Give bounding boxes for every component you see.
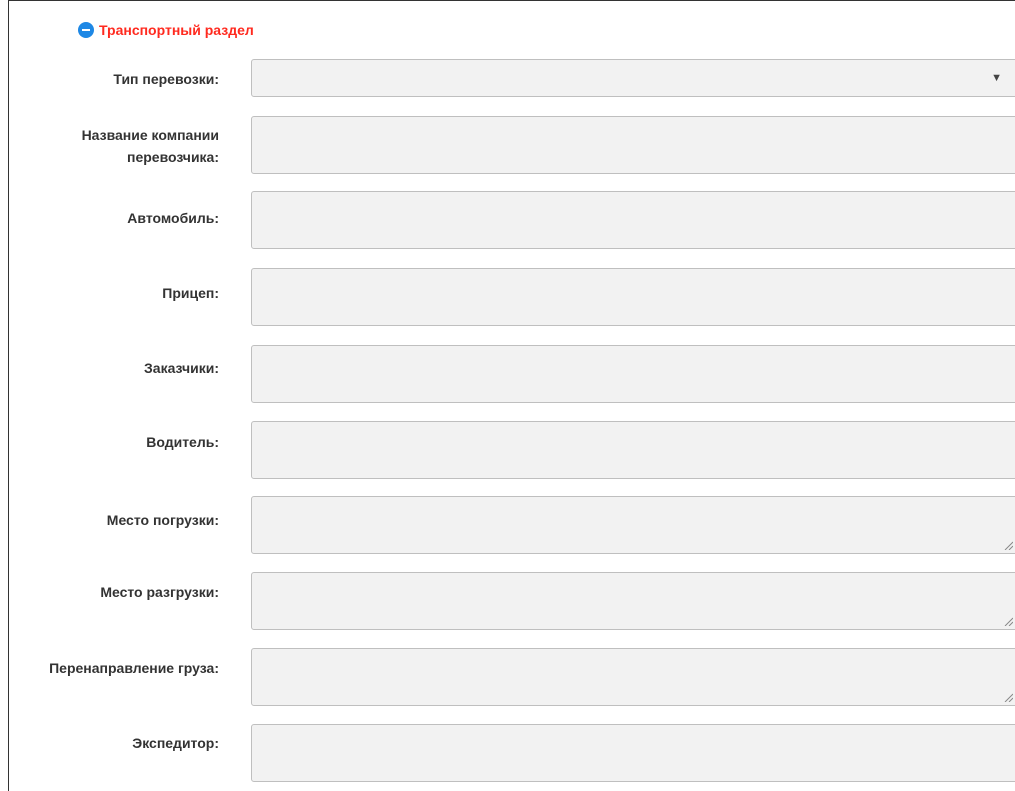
carrier-company-input[interactable] (251, 116, 1015, 174)
resize-handle-icon[interactable] (1003, 616, 1013, 626)
driver-input[interactable] (251, 421, 1015, 479)
loading-place-label: Место погрузки: (106, 512, 219, 528)
carrier-company-label-line2: перевозчика: (127, 149, 219, 165)
carrier-company-label: Название компании перевозчика: (0, 124, 219, 168)
section-title: Транспортный раздел (99, 22, 254, 38)
driver-label: Водитель: (146, 434, 219, 450)
collapse-icon[interactable] (78, 22, 94, 38)
unloading-place-textarea[interactable] (251, 572, 1015, 630)
cargo-redirect-label: Перенаправление груза: (49, 660, 219, 676)
transport-type-select[interactable]: ▼ (251, 59, 1015, 97)
customers-label: Заказчики: (144, 360, 219, 376)
customers-input[interactable] (251, 345, 1015, 403)
trailer-input[interactable] (251, 268, 1015, 326)
resize-handle-icon[interactable] (1003, 692, 1013, 702)
resize-handle-icon[interactable] (1003, 540, 1013, 550)
carrier-company-label-line1: Название компании (81, 127, 219, 143)
forwarder-input[interactable] (251, 724, 1015, 782)
vehicle-label: Автомобиль: (127, 210, 219, 226)
transport-type-label: Тип перевозки: (113, 71, 219, 87)
forwarder-label: Экспедитор: (132, 735, 219, 751)
loading-place-textarea[interactable] (251, 496, 1015, 554)
section-header-toggle[interactable]: Транспортный раздел (78, 20, 254, 40)
vehicle-input[interactable] (251, 191, 1015, 249)
unloading-place-label: Место разгрузки: (100, 584, 219, 600)
cargo-redirect-textarea[interactable] (251, 648, 1015, 706)
dropdown-arrow-icon[interactable]: ▼ (991, 72, 1002, 84)
trailer-label: Прицеп: (162, 285, 219, 301)
